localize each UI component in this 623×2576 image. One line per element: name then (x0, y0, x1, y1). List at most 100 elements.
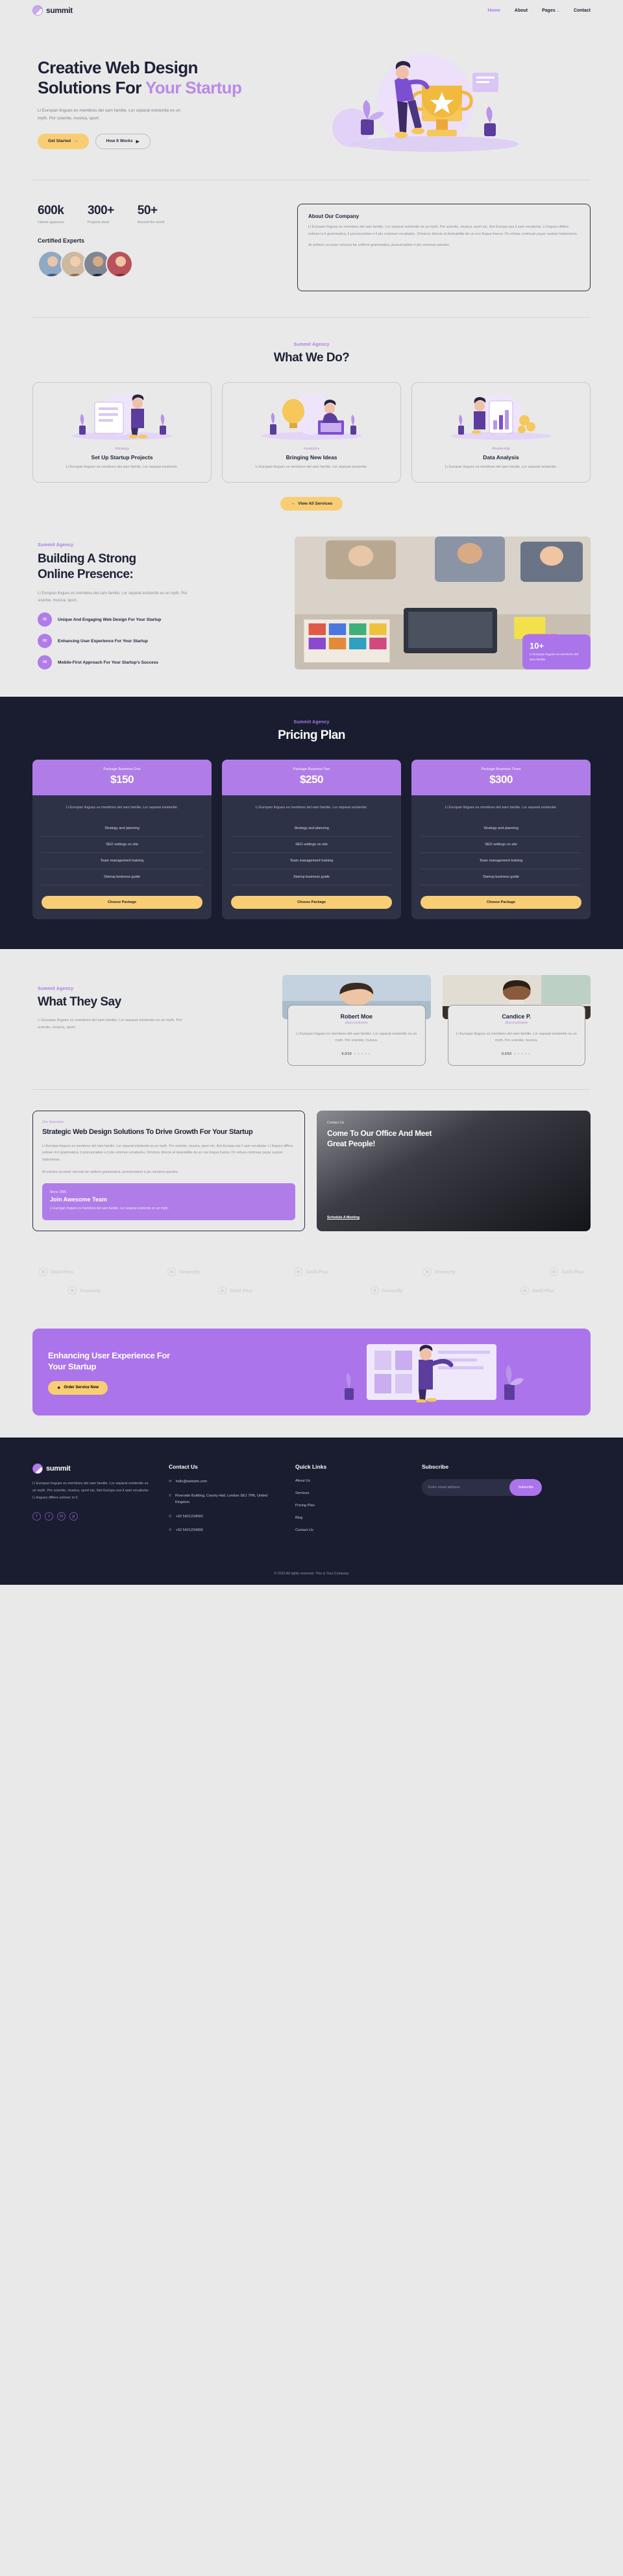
testimonial-rating: 9.2/10 ★★★★★ (455, 1052, 579, 1056)
pricing-plans: Package Business One $150 Li Europan lin… (32, 760, 591, 919)
testimonial-card: Candice P. @accountname Li Europan lingu… (442, 974, 591, 1066)
partner-name: Gold Plus (230, 1288, 253, 1294)
copyright: © 2023 All rights reserved. This is Your… (274, 1572, 349, 1576)
nav-item-pages[interactable]: Pages ⌄ (542, 8, 559, 13)
facebook-icon[interactable]: f (32, 1512, 41, 1521)
footer-link-pricing-plan[interactable]: Pricing Plan (295, 1504, 402, 1508)
footer-link-about-us[interactable]: About Us (295, 1479, 402, 1483)
avatar[interactable] (106, 250, 133, 278)
plan-feature: SEO settings on site (42, 837, 202, 853)
presence-title-line1: Building A Strong (38, 552, 136, 566)
footer-grid: summit Li Europan lingues es membres del… (32, 1463, 591, 1542)
footer-phone-1[interactable]: ✆ +02 5421234560 (169, 1514, 276, 1521)
hero-illustration (324, 47, 591, 160)
footer-contact-title: Contact Us (169, 1463, 198, 1471)
footer-link-contact-us[interactable]: Contact Us (295, 1528, 402, 1532)
banner-illustration (321, 1343, 575, 1404)
services-cards: #strategy Set Up Startup Projects Li Eur… (32, 382, 591, 483)
banner-title-line2: Your Startup (48, 1362, 97, 1372)
join-title: Join Awesome Team (50, 1196, 107, 1203)
plan-price: $300 (489, 773, 513, 786)
footer-phone-1-value: +02 5421234560 (175, 1514, 203, 1519)
location-pin-icon: ⚲ (169, 1493, 172, 1498)
pricing-section: Summit Agency Pricing Plan Package Busin… (0, 697, 623, 949)
hero-section: Creative Web Design Solutions For Your S… (32, 21, 591, 180)
plan-feature: Strategy and planning (421, 821, 581, 837)
order-service-label: Order Service Now (64, 1386, 99, 1390)
pricing-plan-card: Package Business One $150 Li Europan lin… (32, 760, 212, 919)
service-title: Bringing New Ideas (286, 454, 337, 461)
chevron-down-icon: ⌄ (556, 8, 559, 13)
banner-title: Enhancing User Experience For Your Start… (48, 1350, 308, 1373)
office-label: Contact Us (327, 1121, 345, 1125)
order-service-button[interactable]: ★ Order Service Now (48, 1380, 108, 1395)
plan-name: Package Business One (103, 767, 141, 772)
plan-feature: Strategy and planning (231, 821, 392, 837)
footer-phone-2[interactable]: ✆ +02 5421234999 (169, 1528, 276, 1534)
plan-name: Package Business Two (293, 767, 330, 772)
stat-item: 300+ Projects done (88, 204, 114, 224)
avatar-group (38, 250, 279, 278)
plan-feature: Startup business guide (231, 869, 392, 885)
presence-feature: 02 Enhancing User Experience For Your St… (38, 634, 273, 649)
join-label: Since 1995 (50, 1190, 67, 1195)
footer-phone-2-value: +02 5421234999 (175, 1528, 203, 1533)
plan-name: Package Business Three (481, 767, 521, 772)
nav-item-home[interactable]: Home (487, 8, 500, 13)
service-card[interactable]: #leadership Data Analysis Li Europan lin… (411, 382, 591, 483)
nav-item-about[interactable]: About (515, 8, 528, 13)
service-tag: #leadership (491, 447, 511, 451)
testimonials-title: What They Say (38, 994, 121, 1009)
phone-icon: ✆ (169, 1528, 172, 1533)
service-card[interactable]: #strategy Set Up Startup Projects Li Eur… (32, 382, 212, 483)
partner-name: Growcify (179, 1269, 201, 1275)
stat-item: 600k Clients approves (38, 204, 64, 224)
stat-row: 600k Clients approves 300+ Projects done… (38, 204, 279, 224)
choose-package-button[interactable]: Choose Package (231, 895, 392, 909)
email-input[interactable] (422, 1486, 510, 1490)
office-title: Come To Our Office And Meet Great People… (327, 1128, 580, 1149)
about-title: About Our Company (308, 213, 360, 219)
logo-ring-icon (549, 1268, 558, 1277)
footer-subscribe-column: Subscribe Subscribe (422, 1463, 542, 1542)
footer-email[interactable]: ✉ hello@website.com (169, 1479, 276, 1486)
pricing-title: Pricing Plan (278, 728, 345, 743)
twitter-icon[interactable]: t (45, 1512, 53, 1521)
interview-body: Li Europan lingues es membres del sam fa… (42, 1144, 293, 1162)
how-it-works-button[interactable]: How It Works ▶ (95, 133, 151, 149)
logo-ring-icon (68, 1286, 77, 1295)
interview-card: Our Interview Strategic Web Design Solut… (32, 1111, 305, 1232)
enhance-banner: Enhancing User Experience For Your Start… (32, 1329, 591, 1416)
testimonials-content: Summit Agency What They Say Li Europan l… (32, 975, 263, 1032)
presence-title: Building A Strong Online Presence: (38, 551, 273, 583)
subscribe-button[interactable]: Subscribe (509, 1479, 542, 1497)
footer-logo[interactable]: summit (32, 1463, 149, 1475)
schedule-meeting-link[interactable]: Schedule A Meeting (327, 1216, 580, 1220)
brand-logo[interactable]: summit (32, 5, 73, 16)
hero-title-line2: Solutions For (38, 78, 145, 98)
stat-label: Projects done (87, 221, 110, 224)
logo-ring-icon (520, 1286, 529, 1295)
footer-link-services[interactable]: Services (295, 1491, 402, 1495)
join-team-card[interactable]: Since 1995 Join Awesome Team Li Europan … (42, 1183, 295, 1221)
get-started-button[interactable]: Get Started → (38, 133, 89, 149)
office-title-line1: Come To Our Office And Meet (327, 1129, 432, 1138)
choose-package-button[interactable]: Choose Package (421, 895, 581, 909)
footer-link-blog[interactable]: Blog (295, 1516, 402, 1520)
pricing-eyebrow: Summit Agency (293, 720, 330, 725)
pricing-header: Summit Agency Pricing Plan (32, 720, 591, 743)
view-all-services-button[interactable]: → View All Services (280, 497, 343, 511)
certified-experts-title: Certified Experts (38, 237, 85, 244)
rating-value: 9.2/10 (341, 1052, 352, 1057)
pinterest-icon[interactable]: p (69, 1512, 78, 1521)
star-icon: ★ (57, 1386, 61, 1390)
site-footer: summit Li Europan lingues es membres del… (0, 1438, 623, 1585)
choose-package-button[interactable]: Choose Package (42, 895, 202, 909)
plan-feature: SEO settings on site (421, 837, 581, 853)
partner-logo: Gold Plus (294, 1268, 329, 1277)
arrow-right-icon: → (74, 139, 79, 144)
linkedin-icon[interactable]: in (57, 1512, 66, 1521)
footer-email-value: hello@website.com (175, 1480, 208, 1484)
nav-item-contact[interactable]: Contact (574, 8, 591, 13)
service-card[interactable]: #analytics Bringing New Ideas Li Europan… (222, 382, 401, 483)
